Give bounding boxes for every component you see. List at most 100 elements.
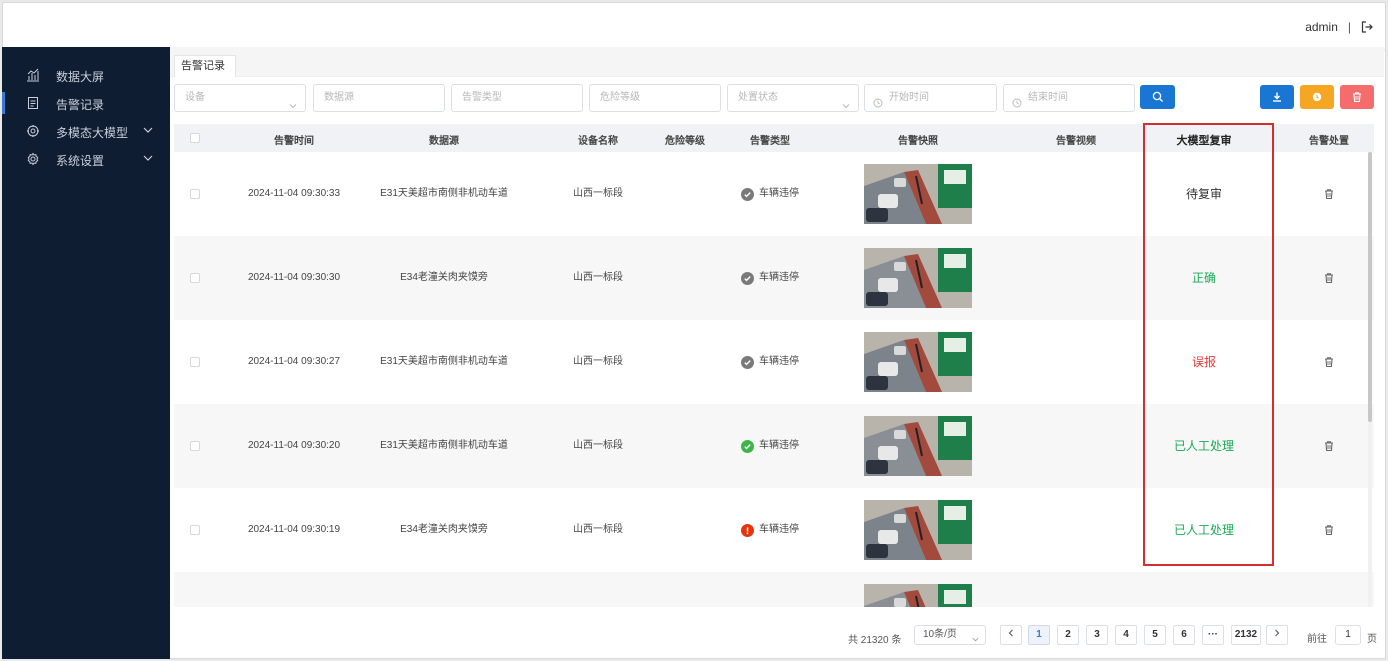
alarm-type-label: 车辆违停	[759, 440, 799, 451]
chevron-down-icon	[972, 632, 979, 642]
alarm-type-label: 车辆违停	[759, 356, 799, 367]
alarm-type: 车辆违停	[730, 404, 810, 488]
prev-page-button[interactable]	[1000, 625, 1022, 645]
delete-row-button[interactable]	[1319, 236, 1339, 320]
tab-alarm-records[interactable]: 告警记录	[174, 55, 236, 77]
check-circle-icon	[741, 271, 754, 285]
danger-level	[650, 320, 720, 404]
sidebar-item-label: 告警记录	[56, 98, 105, 112]
col-danger-level: 危险等级	[665, 136, 705, 147]
llm-review-status: 正确	[1191, 271, 1216, 285]
total-count: 共 21320 条	[848, 635, 902, 646]
table-row[interactable]: E31天美超市南侧非机动车道	[174, 572, 1374, 607]
source-name: E34老潼关肉夹馍旁	[400, 524, 488, 535]
table-header: 告警时间 数据源 设备名称 危险等级 告警类型 告警快照 告警视频 大模型复审 …	[174, 124, 1374, 152]
sidebar-item-multimodal-model[interactable]: 多模态大模型	[2, 120, 170, 142]
goto-page-input[interactable]: 1	[1335, 625, 1361, 645]
chevron-down-icon	[142, 152, 154, 164]
sidebar-item-dashboard[interactable]: 数据大屏	[2, 64, 170, 86]
check-circle-icon	[741, 439, 754, 453]
danger-level	[650, 236, 720, 320]
danger-level-input[interactable]: 危险等级	[589, 84, 721, 112]
table-scrollbar[interactable]	[1368, 152, 1372, 607]
logout-icon[interactable]	[1361, 21, 1373, 33]
table-row[interactable]: 2024-11-04 09:30:30 E34老潼关肉夹馍旁 山西一标段 车辆违停 正确	[174, 236, 1374, 320]
trash-icon	[1325, 357, 1333, 368]
llm-review-status: 已人工处理	[1173, 439, 1234, 453]
table-row[interactable]: 2024-11-04 09:30:27 E31天美超市南侧非机动车道 山西一标段 车辆…	[174, 320, 1374, 404]
search-button[interactable]	[1140, 85, 1175, 109]
page-button[interactable]: 1	[1028, 625, 1050, 645]
snapshot-image[interactable]	[864, 164, 972, 224]
start-time-picker[interactable]: 开始时间	[864, 84, 997, 112]
snapshot-image[interactable]	[864, 332, 972, 392]
page-button[interactable]: 5	[1144, 625, 1166, 645]
page-button[interactable]: 2132	[1231, 625, 1261, 645]
alarm-type-input[interactable]: 告警类型	[451, 84, 583, 112]
delete-row-button[interactable]	[1319, 488, 1339, 572]
snapshot-image[interactable]	[864, 500, 972, 560]
search-icon	[1152, 91, 1163, 102]
row-checkbox[interactable]	[188, 488, 202, 572]
llm-review-status: 待复审	[1185, 187, 1222, 201]
page-button[interactable]: 2	[1057, 625, 1079, 645]
page-button[interactable]: 3	[1086, 625, 1108, 645]
alarm-type: 车辆违停	[730, 236, 810, 320]
device-name: 山西一标段	[573, 356, 623, 367]
source-name: E31天美超市南侧非机动车道	[380, 572, 508, 607]
danger-level	[650, 572, 720, 607]
handle-status-select[interactable]: 处置状态	[727, 84, 859, 112]
page-size-select[interactable]: 10条/页	[914, 625, 986, 645]
user-area: admin |	[1305, 20, 1373, 34]
select-all-checkbox[interactable]	[190, 133, 200, 143]
table-row[interactable]: 2024-11-04 09:30:19 E34老潼关肉夹馍旁 山西一标段 车辆违停 已人…	[174, 488, 1374, 572]
table-row[interactable]: 2024-11-04 09:30:20 E31天美超市南侧非机动车道 山西一标段 车辆…	[174, 404, 1374, 488]
ai-model-icon	[26, 124, 40, 138]
bar-chart-icon	[26, 68, 40, 82]
device-select[interactable]: 设备	[174, 84, 306, 112]
scroll-thumb[interactable]	[1368, 152, 1372, 422]
delete-row-button[interactable]	[1319, 320, 1339, 404]
sidebar-item-system-settings[interactable]: 系统设置	[2, 148, 170, 170]
source-name: E31天美超市南侧非机动车道	[380, 188, 508, 199]
col-handle: 告警处置	[1309, 136, 1349, 147]
alarm-type-label: 车辆违停	[759, 524, 799, 535]
col-video: 告警视频	[1056, 136, 1096, 147]
page-button[interactable]: 4	[1115, 625, 1137, 645]
sidebar-item-alarm-records[interactable]: 告警记录	[2, 92, 170, 114]
snapshot-image[interactable]	[864, 584, 972, 607]
row-checkbox[interactable]	[188, 404, 202, 488]
trash-icon	[1353, 92, 1361, 103]
sidebar: 数据大屏 告警记录 多模态大模型 系统设置	[2, 47, 170, 659]
row-checkbox[interactable]	[188, 572, 202, 607]
download-button[interactable]	[1260, 85, 1294, 109]
delete-button[interactable]	[1340, 85, 1374, 109]
pagination: 共 21320 条 10条/页 1 2 3 4 5 6 ··· 2132 前往 1 页	[170, 625, 1384, 649]
row-checkbox[interactable]	[188, 320, 202, 404]
page-button[interactable]: 6	[1173, 625, 1195, 645]
start-time-placeholder: 开始时间	[889, 92, 929, 103]
reset-icon	[1312, 92, 1322, 102]
alarm-type-placeholder: 告警类型	[462, 92, 502, 103]
row-checkbox[interactable]	[188, 236, 202, 320]
reset-button[interactable]	[1300, 85, 1334, 109]
page-ellipsis[interactable]: ···	[1202, 625, 1224, 645]
device-name: 山西一标段	[573, 188, 623, 199]
device-name: 山西一标段	[573, 524, 623, 535]
snapshot-image[interactable]	[864, 248, 972, 308]
delete-row-button[interactable]	[1319, 404, 1339, 488]
next-page-button[interactable]	[1266, 625, 1288, 645]
table-row[interactable]: 2024-11-04 09:30:33 E31天美超市南侧非机动车道 山西一标段 车辆…	[174, 152, 1374, 236]
source-input[interactable]: 数据源	[313, 84, 445, 112]
col-snapshot: 告警快照	[898, 136, 938, 147]
alarm-video	[1026, 404, 1126, 488]
alarm-table: 告警时间 数据源 设备名称 危险等级 告警类型 告警快照 告警视频 大模型复审 …	[170, 124, 1376, 607]
end-time-picker[interactable]: 结束时间	[1003, 84, 1135, 112]
separator: |	[1347, 20, 1351, 34]
username[interactable]: admin	[1305, 20, 1338, 34]
row-checkbox[interactable]	[188, 152, 202, 236]
snapshot-image[interactable]	[864, 416, 972, 476]
gear-icon	[26, 152, 40, 166]
snapshot-cell	[864, 320, 972, 404]
delete-row-button[interactable]	[1319, 152, 1339, 236]
